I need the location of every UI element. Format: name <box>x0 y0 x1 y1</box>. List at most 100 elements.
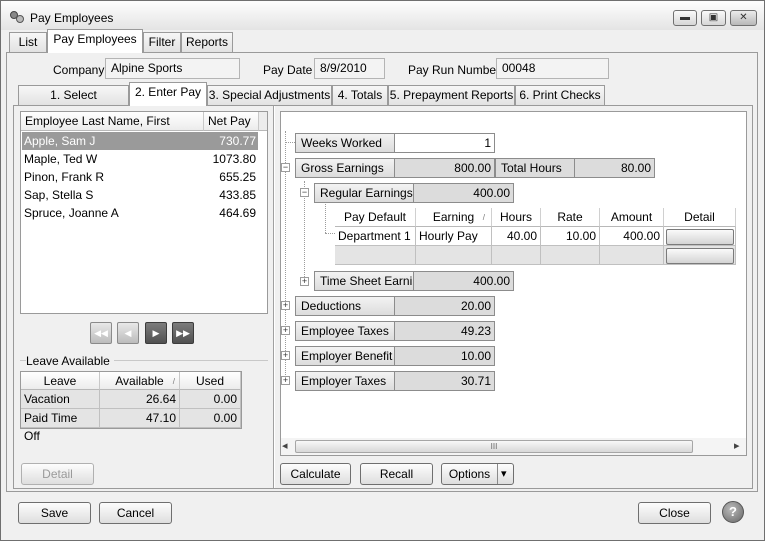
leave-used: 0.00 <box>180 390 241 409</box>
pay-run-label: Pay Run Number <box>408 63 501 77</box>
collapse-gross-icon[interactable]: − <box>281 163 290 172</box>
tree-line <box>286 142 295 143</box>
employee-row[interactable]: Pinon, Frank R 655.25 <box>22 168 258 186</box>
save-button[interactable]: Save <box>18 502 91 524</box>
col-rate[interactable]: Rate <box>541 208 600 227</box>
previous-icon: ◀ <box>124 328 132 338</box>
tab-print-checks[interactable]: 6. Print Checks <box>515 85 605 105</box>
scroll-thumb[interactable]: III <box>295 440 693 453</box>
expand-employer-taxes-icon[interactable]: + <box>281 376 290 385</box>
tab-filter[interactable]: Filter <box>143 32 181 52</box>
col-pay-default[interactable]: Pay Default <box>335 208 416 227</box>
rate-cell[interactable]: 10.00 <box>541 227 600 246</box>
scroll-left-icon[interactable]: ◂ <box>282 439 288 452</box>
restore-button[interactable]: ▣ <box>701 10 726 26</box>
tab-totals[interactable]: 4. Totals <box>332 85 388 105</box>
employer-taxes-label: Employer Taxes <box>295 371 395 391</box>
employee-row[interactable]: Spruce, Joanne A 464.69 <box>22 204 258 222</box>
regular-earnings-value: 400.00 <box>414 183 514 203</box>
app-icon <box>10 11 24 23</box>
rate-cell-empty[interactable] <box>541 246 600 265</box>
expand-timesheet-icon[interactable]: + <box>300 277 309 286</box>
col-amount[interactable]: Amount <box>600 208 664 227</box>
last-record-button[interactable]: ▶▶ <box>172 322 194 344</box>
col-net-pay[interactable]: Net Pay <box>204 112 259 131</box>
amount-cell-empty[interactable] <box>600 246 664 265</box>
first-record-button[interactable]: ◀◀ <box>90 322 112 344</box>
tab-reports[interactable]: Reports <box>181 32 233 52</box>
scroll-grip-icon: III <box>490 442 498 451</box>
timesheet-earnings-value: 400.00 <box>414 271 514 291</box>
col-hours[interactable]: Hours <box>492 208 541 227</box>
col-detail[interactable]: Detail <box>664 208 736 227</box>
tab-enter-pay[interactable]: 2. Enter Pay <box>129 82 207 106</box>
minimize-icon: ▬ <box>680 12 690 23</box>
col-leave[interactable]: Leave <box>21 372 100 390</box>
expand-deductions-icon[interactable]: + <box>281 301 290 310</box>
col-used[interactable]: Used <box>180 372 241 390</box>
previous-record-button[interactable]: ◀ <box>117 322 139 344</box>
employee-name: Pinon, Frank R <box>24 170 105 184</box>
tab-special-adjustments[interactable]: 3. Special Adjustments <box>207 85 332 105</box>
close-button[interactable]: Close <box>638 502 711 524</box>
row-detail-button[interactable] <box>666 248 734 264</box>
deductions-value: 20.00 <box>395 296 495 316</box>
employee-net-pay: 433.85 <box>219 188 256 202</box>
hours-cell-empty[interactable] <box>492 246 541 265</box>
row-detail-button[interactable] <box>666 229 734 245</box>
splitter[interactable] <box>273 106 275 488</box>
timesheet-earnings-label: Time Sheet Earni <box>314 271 414 291</box>
employee-row[interactable]: Maple, Ted W 1073.80 <box>22 150 258 168</box>
tab-pay-employees[interactable]: Pay Employees <box>47 29 143 53</box>
calculate-button[interactable]: Calculate <box>280 463 351 485</box>
earning-cell[interactable]: Hourly Pay <box>416 227 492 246</box>
next-icon: ▶ <box>152 328 160 338</box>
window-title: Pay Employees <box>30 11 114 25</box>
col-earning[interactable]: Earning / <box>416 208 492 227</box>
tree-line <box>325 200 326 233</box>
recall-button[interactable]: Recall <box>360 463 433 485</box>
employee-net-pay: 730.77 <box>219 134 256 148</box>
col-available[interactable]: Available / <box>100 372 180 390</box>
last-icon: ▶▶ <box>176 328 190 338</box>
tab-list[interactable]: List <box>9 32 47 52</box>
leave-available-title: Leave Available <box>26 354 114 368</box>
options-label: Options <box>448 467 491 481</box>
pay-default-cell[interactable]: Department 1 <box>335 227 416 246</box>
pay-run-field: 00048 <box>496 58 609 79</box>
tab-prepayment-reports[interactable]: 5. Prepayment Reports <box>388 85 515 105</box>
cancel-button[interactable]: Cancel <box>99 502 172 524</box>
tab-select-employees[interactable]: 1. Select Employees <box>18 85 129 121</box>
employee-net-pay: 655.25 <box>219 170 256 184</box>
employee-name: Spruce, Joanne A <box>24 206 119 220</box>
employee-name: Apple, Sam J <box>24 134 96 148</box>
horizontal-scrollbar[interactable]: ◂ III ▸ <box>281 438 746 455</box>
next-record-button[interactable]: ▶ <box>145 322 167 344</box>
company-field: Alpine Sports <box>105 58 240 79</box>
expand-employee-taxes-icon[interactable]: + <box>281 326 290 335</box>
minimize-button[interactable]: ▬ <box>673 10 697 26</box>
col-employee-name[interactable]: Employee Last Name, First Name ▲ <box>21 112 204 147</box>
pay-default-cell-empty[interactable] <box>335 246 416 265</box>
title-bar[interactable]: Pay Employees ▬ ▣ ✕ <box>1 1 764 30</box>
employee-net-pay: 1073.80 <box>212 152 256 166</box>
dropdown-arrow-icon[interactable]: ▾ <box>501 464 507 484</box>
restore-icon: ▣ <box>708 12 719 23</box>
scroll-right-icon[interactable]: ▸ <box>734 439 740 452</box>
weeks-worked-input[interactable]: 1 <box>395 133 495 153</box>
detail-button[interactable]: Detail <box>21 463 94 485</box>
weeks-worked-label: Weeks Worked <box>295 133 395 153</box>
collapse-regular-icon[interactable]: − <box>300 188 309 197</box>
employer-benefit-value: 10.00 <box>395 346 495 366</box>
hours-cell[interactable]: 40.00 <box>492 227 541 246</box>
help-button[interactable]: ? <box>722 501 744 523</box>
earning-cell-empty[interactable] <box>416 246 492 265</box>
employee-taxes-value: 49.23 <box>395 321 495 341</box>
amount-cell[interactable]: 400.00 <box>600 227 664 246</box>
expand-employer-benefit-icon[interactable]: + <box>281 351 290 360</box>
options-button[interactable]: Options ▾ <box>441 463 514 485</box>
employee-row[interactable]: Sap, Stella S 433.85 <box>22 186 258 204</box>
close-window-button[interactable]: ✕ <box>730 10 757 26</box>
employee-row[interactable]: Apple, Sam J 730.77 <box>22 132 258 150</box>
leave-name: Vacation <box>21 390 100 409</box>
